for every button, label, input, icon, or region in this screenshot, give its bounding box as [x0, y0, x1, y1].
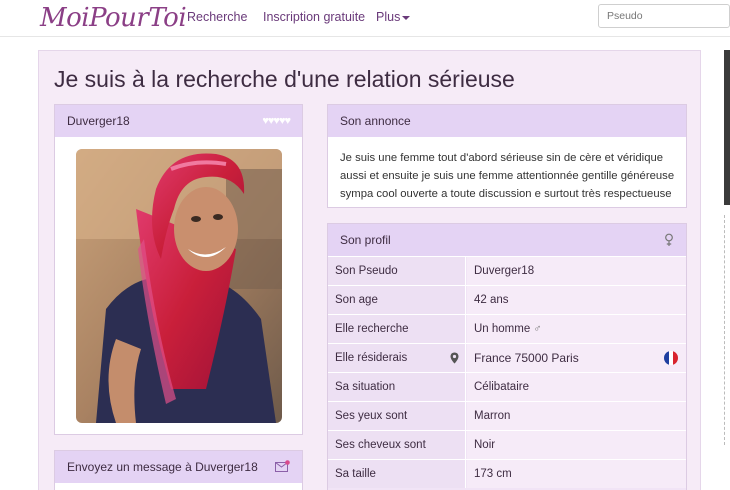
profil-row-value: Célibataire — [467, 373, 686, 401]
profil-row-recherche: Elle recherche Un homme ♂ — [328, 314, 686, 343]
profile-page: Je suis à la recherche d'une relation sé… — [38, 50, 701, 490]
profil-row-age: Son age 42 ans — [328, 285, 686, 314]
profil-row-taille: Sa taille 173 cm — [328, 459, 686, 488]
side-divider — [724, 215, 725, 445]
profil-row-value: France 75000 Paris — [467, 344, 686, 372]
profil-row-value-text: Un homme — [474, 323, 531, 335]
profil-header: Son profil — [328, 224, 686, 256]
photo-panel-header: Duverger18 ♥♥♥♥♥ — [55, 105, 302, 137]
profil-row-label: Ses cheveux sont — [328, 431, 466, 459]
map-pin-icon — [450, 352, 459, 364]
profil-row-value: Un homme ♂ — [467, 315, 686, 343]
profil-row-cheveux: Ses cheveux sont Noir — [328, 430, 686, 459]
profil-row-residence: Elle résiderais France 75000 Paris — [328, 343, 686, 372]
send-message-label: Envoyez un message à Duverger18 — [67, 460, 258, 474]
profil-panel: Son profil Son Pseudo Duverger18 Son age… — [327, 223, 687, 490]
profil-row-label: Elle résiderais — [328, 344, 466, 372]
username-label: Duverger18 — [67, 114, 130, 128]
profil-row-label: Ses yeux sont — [328, 402, 466, 430]
profil-row-value: Duverger18 — [467, 257, 686, 285]
nav-link-inscription[interactable]: Inscription gratuite — [263, 10, 365, 24]
female-symbol-icon — [665, 233, 673, 246]
send-message-panel: Envoyez un message à Duverger18 — [54, 450, 303, 490]
send-message-header[interactable]: Envoyez un message à Duverger18 — [55, 451, 302, 483]
profil-title: Son profil — [340, 233, 391, 247]
profil-row-pseudo: Son Pseudo Duverger18 — [328, 256, 686, 285]
profil-row-label: Son age — [328, 286, 466, 314]
nav-link-recherche[interactable]: Recherche — [187, 10, 247, 24]
navbar: MoiPourToi Recherche Inscription gratuit… — [0, 0, 730, 37]
profil-row-label: Elle recherche — [328, 315, 466, 343]
profil-row-value: 173 cm — [467, 460, 686, 488]
site-logo[interactable]: MoiPourToi — [40, 2, 187, 34]
profil-row-value: Noir — [467, 431, 686, 459]
france-flag-icon — [664, 351, 678, 365]
envelope-icon — [275, 460, 290, 472]
profil-row-label: Sa taille — [328, 460, 466, 488]
hearts-rating-icon: ♥♥♥♥♥ — [262, 115, 291, 127]
profil-row-value-text: France 75000 Paris — [474, 351, 579, 365]
profil-row-label: Son Pseudo — [328, 257, 466, 285]
male-symbol-icon: ♂ — [533, 323, 542, 335]
annonce-text: Je suis une femme tout d'abord sérieuse … — [340, 152, 675, 200]
annonce-panel: Son annonce Je suis une femme tout d'abo… — [327, 104, 687, 208]
nav-dropdown-plus[interactable]: Plus — [376, 10, 411, 24]
profil-row-value: Marron — [467, 402, 686, 430]
caret-down-icon — [402, 15, 411, 20]
annonce-header: Son annonce — [328, 105, 686, 137]
page-title: Je suis à la recherche d'une relation sé… — [54, 66, 515, 92]
profile-photo-image — [76, 149, 282, 423]
photo-panel: Duverger18 ♥♥♥♥♥ — [54, 104, 303, 435]
profile-photo[interactable] — [76, 149, 282, 423]
profil-row-label-text: Elle résiderais — [335, 352, 408, 364]
profil-row-yeux: Ses yeux sont Marron — [328, 401, 686, 430]
profil-row-value: 42 ans — [467, 286, 686, 314]
profil-row-situation: Sa situation Célibataire — [328, 372, 686, 401]
side-image-edge — [724, 50, 730, 205]
nav-link-plus-label: Plus — [376, 10, 401, 24]
profil-row-label: Sa situation — [328, 373, 466, 401]
pseudo-search-input[interactable] — [598, 4, 730, 28]
